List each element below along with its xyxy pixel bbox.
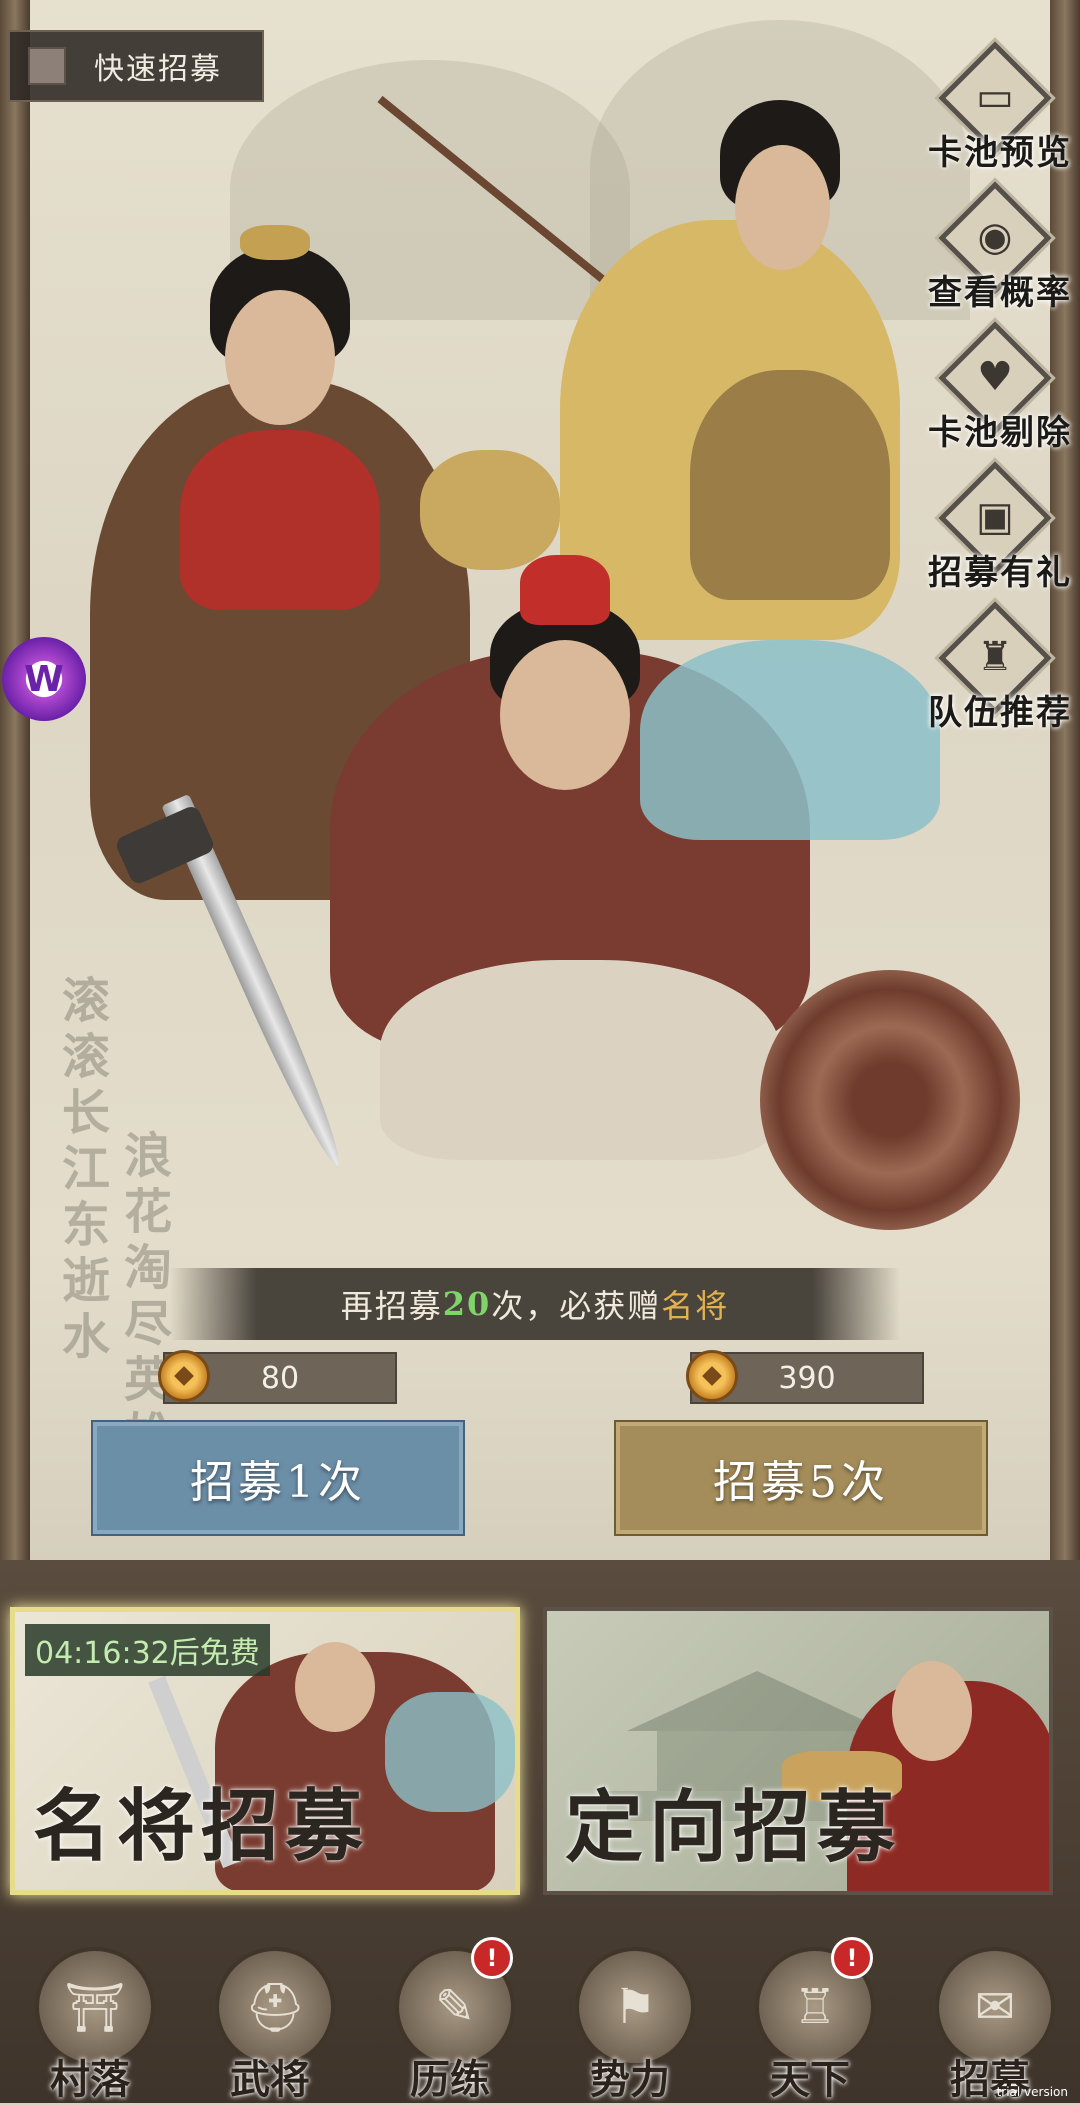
nav-generals-label: 武将 [230, 2056, 310, 2103]
scroll-roller-left [0, 0, 30, 1560]
right-side-menu: ▭ 卡池预览 ◉ 查看概率 ♥ 卡池剔除 ▣ 招募有礼 ♜ 队伍推荐 [910, 40, 1080, 740]
poem-line-1: 滚滚长江东逝水 [53, 975, 109, 1367]
menu-pool-exclude-label: 卡池剔除 [928, 413, 1072, 453]
trial-watermark: trial version [996, 2085, 1068, 2099]
floating-w-logo-icon[interactable]: W [2, 637, 86, 721]
single-cost-value: 80 [260, 1360, 300, 1396]
helmet-icon: ♜ [977, 634, 1013, 680]
nav-faction-label: 势力 [590, 2056, 670, 2103]
banner-prefix: 再招募 [340, 1287, 443, 1325]
hero-front-red-cap [520, 555, 610, 625]
card-famous-general-recruit[interactable]: 04:16:32后免费 名将招募 [10, 1607, 520, 1895]
hero-front-shield [760, 970, 1020, 1230]
nav-village-label: 村落 [50, 2056, 130, 2103]
heart-check-icon: ♥ [977, 354, 1013, 400]
quick-recruit-label: 快速招募 [94, 52, 222, 87]
nav-recruit[interactable]: ✉ 招募 [905, 1935, 1075, 2103]
hero-front-lamellar [380, 960, 780, 1160]
hero-right-armor [690, 370, 890, 600]
menu-recruit-gift-label: 招募有礼 [928, 553, 1072, 593]
nav-training-label: 历练 [410, 2056, 490, 2103]
quick-recruit-toggle[interactable]: 快速招募 [8, 30, 264, 102]
gift-chest-icon: ▣ [976, 494, 1014, 540]
menu-team-recommend-label: 队伍推荐 [928, 693, 1072, 733]
eye-icon: ◉ [977, 214, 1013, 260]
nav-generals[interactable]: ⛑ 武将 [185, 1935, 355, 2103]
card-targeted-recruit[interactable]: 定向招募 [543, 1607, 1053, 1895]
five-cost-value: 390 [778, 1360, 836, 1396]
quick-recruit-checkbox[interactable] [28, 47, 66, 85]
copper-coin-icon [686, 1350, 738, 1402]
free-timer-label: 04:16:32后免费 [25, 1624, 270, 1676]
hero-front-face [500, 640, 630, 790]
banner-count: 20 [442, 1285, 492, 1323]
menu-team-recommend[interactable]: ♜ 队伍推荐 [910, 600, 1080, 740]
menu-view-probability[interactable]: ◉ 查看概率 [910, 180, 1080, 320]
banner-mid: 次，必获赠 [491, 1287, 662, 1325]
hero-front-blue-cape [640, 640, 940, 840]
bottom-navigation: ⛩ 村落 ⛑ 武将 ✎ ! 历练 ⚑ 势力 ♖ ! 天下 ✉ 招募 [0, 1935, 1080, 2103]
card-a-hero-cape [385, 1692, 515, 1812]
card-a-hero-face [295, 1642, 375, 1732]
nav-world-label: 天下 [770, 2056, 850, 2103]
menu-pool-preview-label: 卡池预览 [928, 133, 1072, 173]
nav-world[interactable]: ♖ ! 天下 [725, 1935, 895, 2103]
menu-pool-exclude[interactable]: ♥ 卡池剔除 [910, 320, 1080, 460]
nav-training[interactable]: ✎ ! 历练 [365, 1935, 535, 2103]
hero-right-face [735, 145, 830, 270]
card-famous-general-title: 名将招募 [33, 1781, 370, 1872]
hero-left-scarf [180, 430, 380, 610]
recruit-five-button[interactable]: 招募5次 [614, 1420, 988, 1536]
menu-pool-preview[interactable]: ▭ 卡池预览 [910, 40, 1080, 180]
card-b-hero-face [892, 1661, 972, 1761]
card-pool-icon: ▭ [976, 74, 1014, 120]
nav-faction[interactable]: ⚑ 势力 [545, 1935, 715, 2103]
card-targeted-title: 定向招募 [565, 1782, 902, 1873]
hero-left-face [225, 290, 335, 425]
banner-reward: 名将 [661, 1287, 730, 1325]
copper-coin-icon [158, 1350, 210, 1402]
menu-view-probability-label: 查看概率 [928, 273, 1072, 313]
recruit-once-button[interactable]: 招募1次 [91, 1420, 465, 1536]
nav-village[interactable]: ⛩ 村落 [5, 1935, 175, 2103]
notification-badge: ! [471, 1937, 513, 1979]
hero-left-lion-pauldron [420, 450, 560, 570]
hero-left-crown [240, 225, 310, 260]
pity-counter-banner: 再招募 20 次，必获赠 名将 [170, 1268, 900, 1340]
menu-recruit-gift[interactable]: ▣ 招募有礼 [910, 460, 1080, 600]
poem-line-2: 浪花淘尽英雄 [115, 1130, 171, 1466]
notification-badge: ! [831, 1937, 873, 1979]
